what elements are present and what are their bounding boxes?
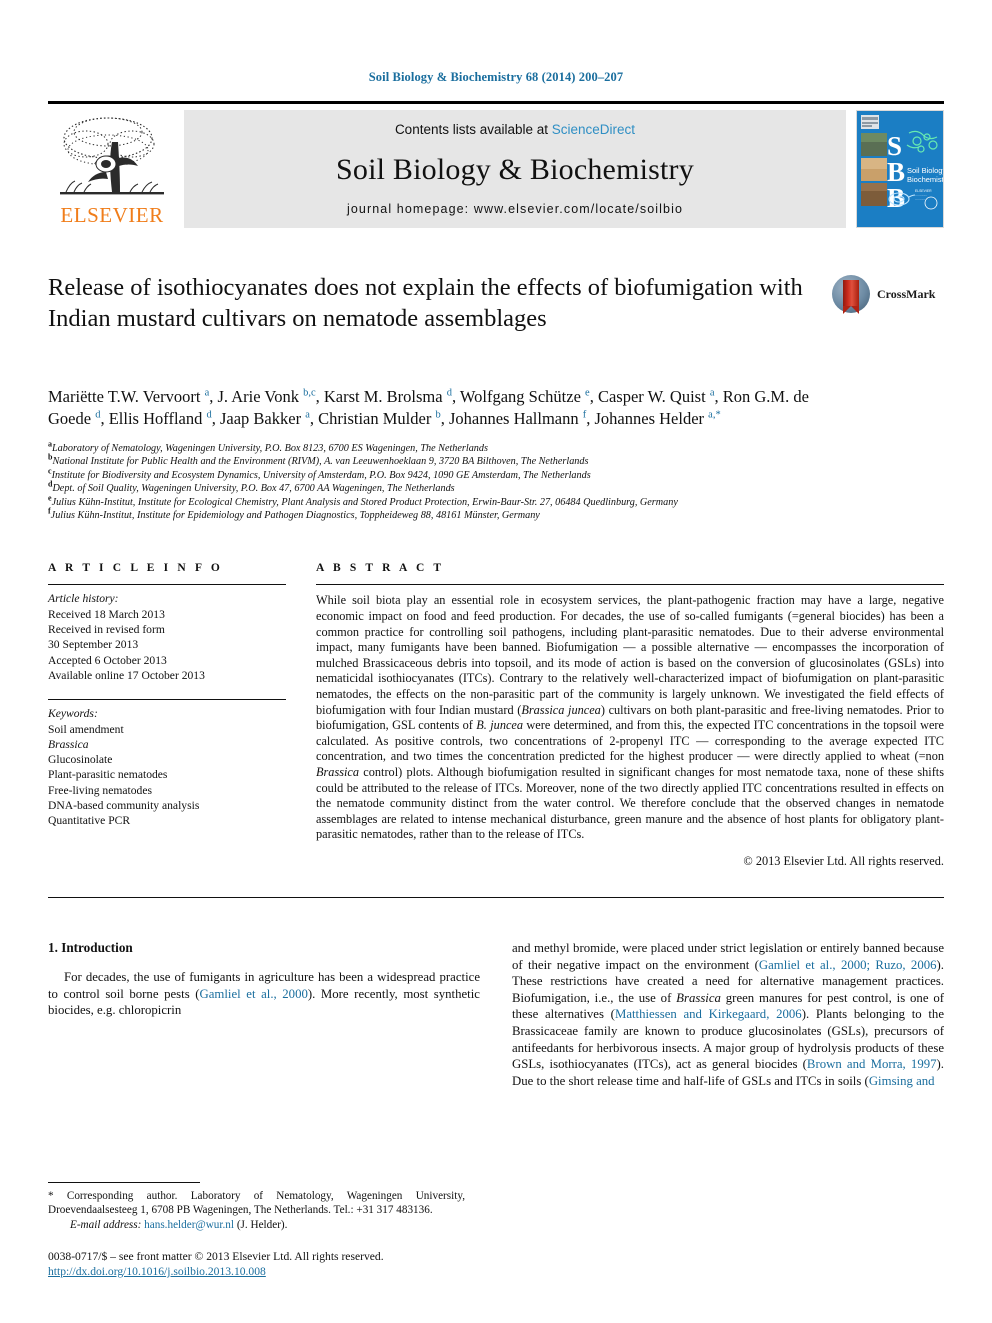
issn-block: 0038-0717/$ – see front matter © 2013 El… [48,1249,465,1279]
keywords-label: Keywords: [48,707,98,721]
article-history-item: Accepted 6 October 2013 [48,653,167,667]
contents-prefix: Contents lists available at [394,122,552,137]
article-info-column: A R T I C L E I N F O Article history: R… [48,562,286,869]
article-info-heading: A R T I C L E I N F O [48,562,223,575]
abstract-text: While soil biota play an essential role … [316,593,944,842]
crossmark-label: CrossMark [877,286,936,301]
section-heading-introduction: 1. Introduction [48,939,133,955]
info-abstract-section: A R T I C L E I N F O Article history: R… [48,562,944,869]
article-first-page: Soil Biology & Biochemistry 68 (2014) 20… [0,0,992,1323]
journal-cover-artwork: S B B Soil Biology & Biochemistry [857,111,943,227]
doi-link[interactable]: http://dx.doi.org/10.1016/j.soilbio.2013… [48,1265,266,1278]
footnote-rule [48,1181,200,1183]
keyword-item: Free-living nematodes [48,783,152,797]
elsevier-wordmark: ELSEVIER [60,203,164,227]
article-history-label: Article history: [48,592,119,606]
affiliation-c: cInstitute for Biodiversity and Ecosyste… [48,466,591,481]
footnote-block: * Corresponding author. Laboratory of Ne… [48,1181,465,1279]
keyword-item: Soil amendment [48,722,124,736]
article-history-item: Received 18 March 2013 [48,607,165,621]
keyword-item: Quantitative PCR [48,814,131,828]
svg-text:Biochemistry: Biochemistry [907,175,943,184]
keyword-item: DNA-based community analysis [48,799,200,812]
elsevier-tree-icon [56,112,168,204]
email-owner: (J. Helder). [234,1218,288,1231]
crossmark-ribbon-shape [843,280,859,314]
abstract-copyright: © 2013 Elsevier Ltd. All rights reserved… [743,853,944,868]
crossmark-icon [832,275,870,314]
affiliation-list: aLaboratory of Nematology, Wageningen Un… [48,439,944,522]
intro-paragraph-right: and methyl bromide, were placed under st… [512,940,945,1088]
journal-homepage-link[interactable]: journal homepage: www.elsevier.com/locat… [347,202,683,216]
affiliation-e: eJulius Kühn-Institut, Institute for Eco… [48,493,678,508]
article-history-items: Received 18 March 2013 Received in revise… [48,607,286,683]
email-address-label: E-mail address: [70,1218,142,1231]
affiliation-b: bNational Institute for Public Health an… [48,453,589,468]
contents-available-line: Contents lists available at ScienceDirec… [395,122,635,137]
issn-line: 0038-0717/$ – see front matter © 2013 El… [48,1250,384,1263]
affiliation-f: fJulius Kühn-Institut, Institute for Epi… [48,506,540,522]
body-column-left: 1. Introduction For decades, the use of … [48,940,480,1089]
body-column-right: and methyl bromide, were placed under st… [512,940,944,1089]
intro-paragraph-left: For decades, the use of fumigants in agr… [48,969,480,1018]
article-history-block: Article history: Received 18 March 2013 R… [48,585,286,683]
keyword-item: Brassica [48,737,89,751]
page-title: Release of isothiocyanates does not expl… [48,274,803,332]
journal-title: Soil Biology & Biochemistry [336,152,694,186]
body-separator-rule [48,896,944,898]
affiliation-a: aLaboratory of Nematology, Wageningen Un… [48,439,488,454]
abstract-column: A B S T R A C T While soil biota play an… [316,562,944,869]
article-history-item: Received in revised form [48,623,165,637]
keyword-item: Glucosinolate [48,753,113,767]
journal-masthead: ELSEVIER Contents lists available at Sci… [48,101,944,228]
keywords-items: Soil amendment Brassica Glucosinolate Plant… [48,722,286,829]
running-head: Soil Biology & Biochemistry 68 (2014) 20… [368,70,624,84]
journal-cover-thumbnail[interactable]: S B B Soil Biology & Biochemistry [856,110,944,228]
abstract-heading: A B S T R A C T [316,562,445,575]
email-note: E-mail address: hans.helder@wur.nl (J. H… [48,1218,465,1232]
title-block: Release of isothiocyanates does not expl… [48,272,944,368]
svg-text:Soil Biology &: Soil Biology & [907,166,943,175]
article-info-spacer [48,683,286,699]
article-history-item: 30 September 2013 [48,638,139,652]
article-history-item: Available online 17 October 2013 [48,668,205,682]
corresponding-author-note: * Corresponding author. Laboratory of Ne… [48,1189,465,1217]
keyword-item: Plant-parasitic nematodes [48,768,168,782]
journal-band: Contents lists available at ScienceDirec… [184,110,846,228]
affiliation-d: dDept. of Soil Quality, Wageningen Unive… [48,479,455,495]
email-link[interactable]: hans.helder@wur.nl [144,1219,234,1231]
crossmark-badge-group[interactable]: CrossMark [832,274,944,314]
keywords-block: Keywords: Soil amendment Brassica Glucosin… [48,700,286,828]
author-list: Mariëtte T.W. Vervoort a, J. Arie Vonk b… [48,387,809,428]
body-columns: 1. Introduction For decades, the use of … [48,940,944,1089]
sciencedirect-link[interactable]: ScienceDirect [552,122,635,137]
elsevier-logo: ELSEVIER [48,110,176,228]
svg-text:B: B [887,183,905,213]
